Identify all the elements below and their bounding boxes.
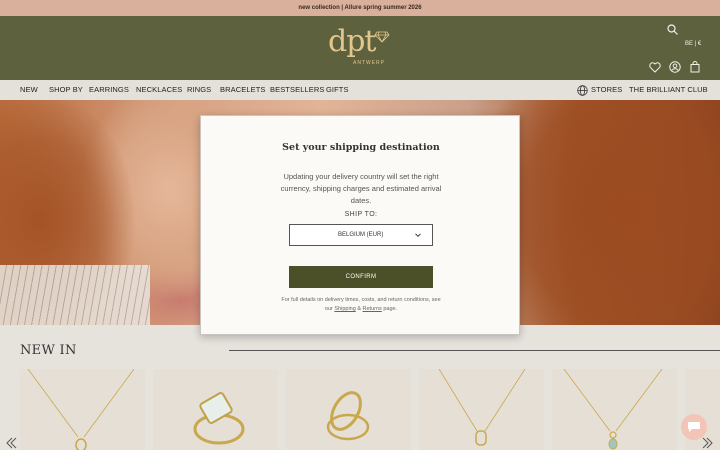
bag-icon[interactable] <box>688 60 702 74</box>
hero-shirt <box>0 265 150 325</box>
nav-item-new[interactable]: NEW <box>20 85 38 94</box>
nav-item-bestsellers[interactable]: BESTSELLERS <box>270 85 324 94</box>
returns-link[interactable]: Returns <box>363 306 382 312</box>
nav-item-bracelets[interactable]: BRACELETS <box>220 85 266 94</box>
announcement-bar[interactable]: new collection | Allure spring summer 20… <box>0 0 720 16</box>
brand-logo[interactable]: dpt ANTWERP <box>325 27 395 71</box>
nav-item-rings[interactable]: RINGS <box>187 85 211 94</box>
locale-selector[interactable]: BE | € <box>685 41 701 47</box>
necklace-image <box>27 369 135 450</box>
arrow-left-icon[interactable] <box>5 436 17 450</box>
arrow-right-icon[interactable] <box>702 436 714 450</box>
modal-footnote-suffix: page. <box>383 306 398 312</box>
ring-image <box>193 392 245 445</box>
nav-item-necklaces[interactable]: NECKLACES <box>136 85 182 94</box>
section-title: NEW IN <box>20 343 77 358</box>
country-select[interactable]: BELGIUM (EUR) <box>289 224 433 246</box>
globe-icon[interactable] <box>576 84 588 96</box>
chevron-down-icon <box>415 233 421 238</box>
chat-button[interactable] <box>681 414 707 440</box>
confirm-button-label: CONFIRM <box>345 274 377 280</box>
modal-footnote-prefix: For full details on delivery times, cost… <box>281 297 441 312</box>
ship-to-label: SHIP TO: <box>344 211 378 218</box>
modal-description: Updating your delivery country will set … <box>280 172 442 205</box>
heart-icon[interactable] <box>648 60 662 74</box>
product-card[interactable] <box>552 369 677 450</box>
shipping-destination-modal: Set your shipping destination Updating y… <box>200 115 520 335</box>
site-header: dpt ANTWERP BE | € <box>0 16 720 80</box>
section-divider <box>229 350 720 351</box>
product-card[interactable] <box>286 369 411 450</box>
search-icon[interactable] <box>665 22 679 36</box>
confirm-button[interactable]: CONFIRM <box>289 266 433 288</box>
necklace-image <box>438 369 526 446</box>
account-icon[interactable] <box>668 60 682 74</box>
country-select-value: BELGIUM (EUR) <box>338 232 384 238</box>
nav-item-gifts[interactable]: GIFTS <box>326 85 349 94</box>
product-card[interactable] <box>153 369 278 450</box>
nav-item-shop-by[interactable]: SHOP BY <box>49 85 83 94</box>
shipping-link[interactable]: Shipping <box>334 306 355 312</box>
modal-footnote: For full details on delivery times, cost… <box>281 296 441 314</box>
chat-icon <box>688 422 700 432</box>
diamond-icon <box>374 31 390 43</box>
necklace-image <box>563 369 663 450</box>
logo-text: dpt <box>328 24 376 59</box>
product-card[interactable] <box>20 369 145 450</box>
nav-item-earrings[interactable]: EARRINGS <box>89 85 129 94</box>
nav-item-stores[interactable]: STORES <box>591 85 622 94</box>
product-card[interactable] <box>419 369 544 450</box>
logo-subtitle: ANTWERP <box>353 60 385 66</box>
announcement-text[interactable]: new collection | Allure spring summer 20… <box>298 5 421 11</box>
main-nav: NEW SHOP BY EARRINGS NECKLACES RINGS BRA… <box>0 80 720 100</box>
nav-item-brilliant-club[interactable]: THE BRILLIANT CLUB <box>629 85 708 94</box>
ring-image <box>326 391 370 441</box>
modal-footnote-amp: & <box>357 306 361 312</box>
modal-title: Set your shipping destination <box>282 142 440 153</box>
